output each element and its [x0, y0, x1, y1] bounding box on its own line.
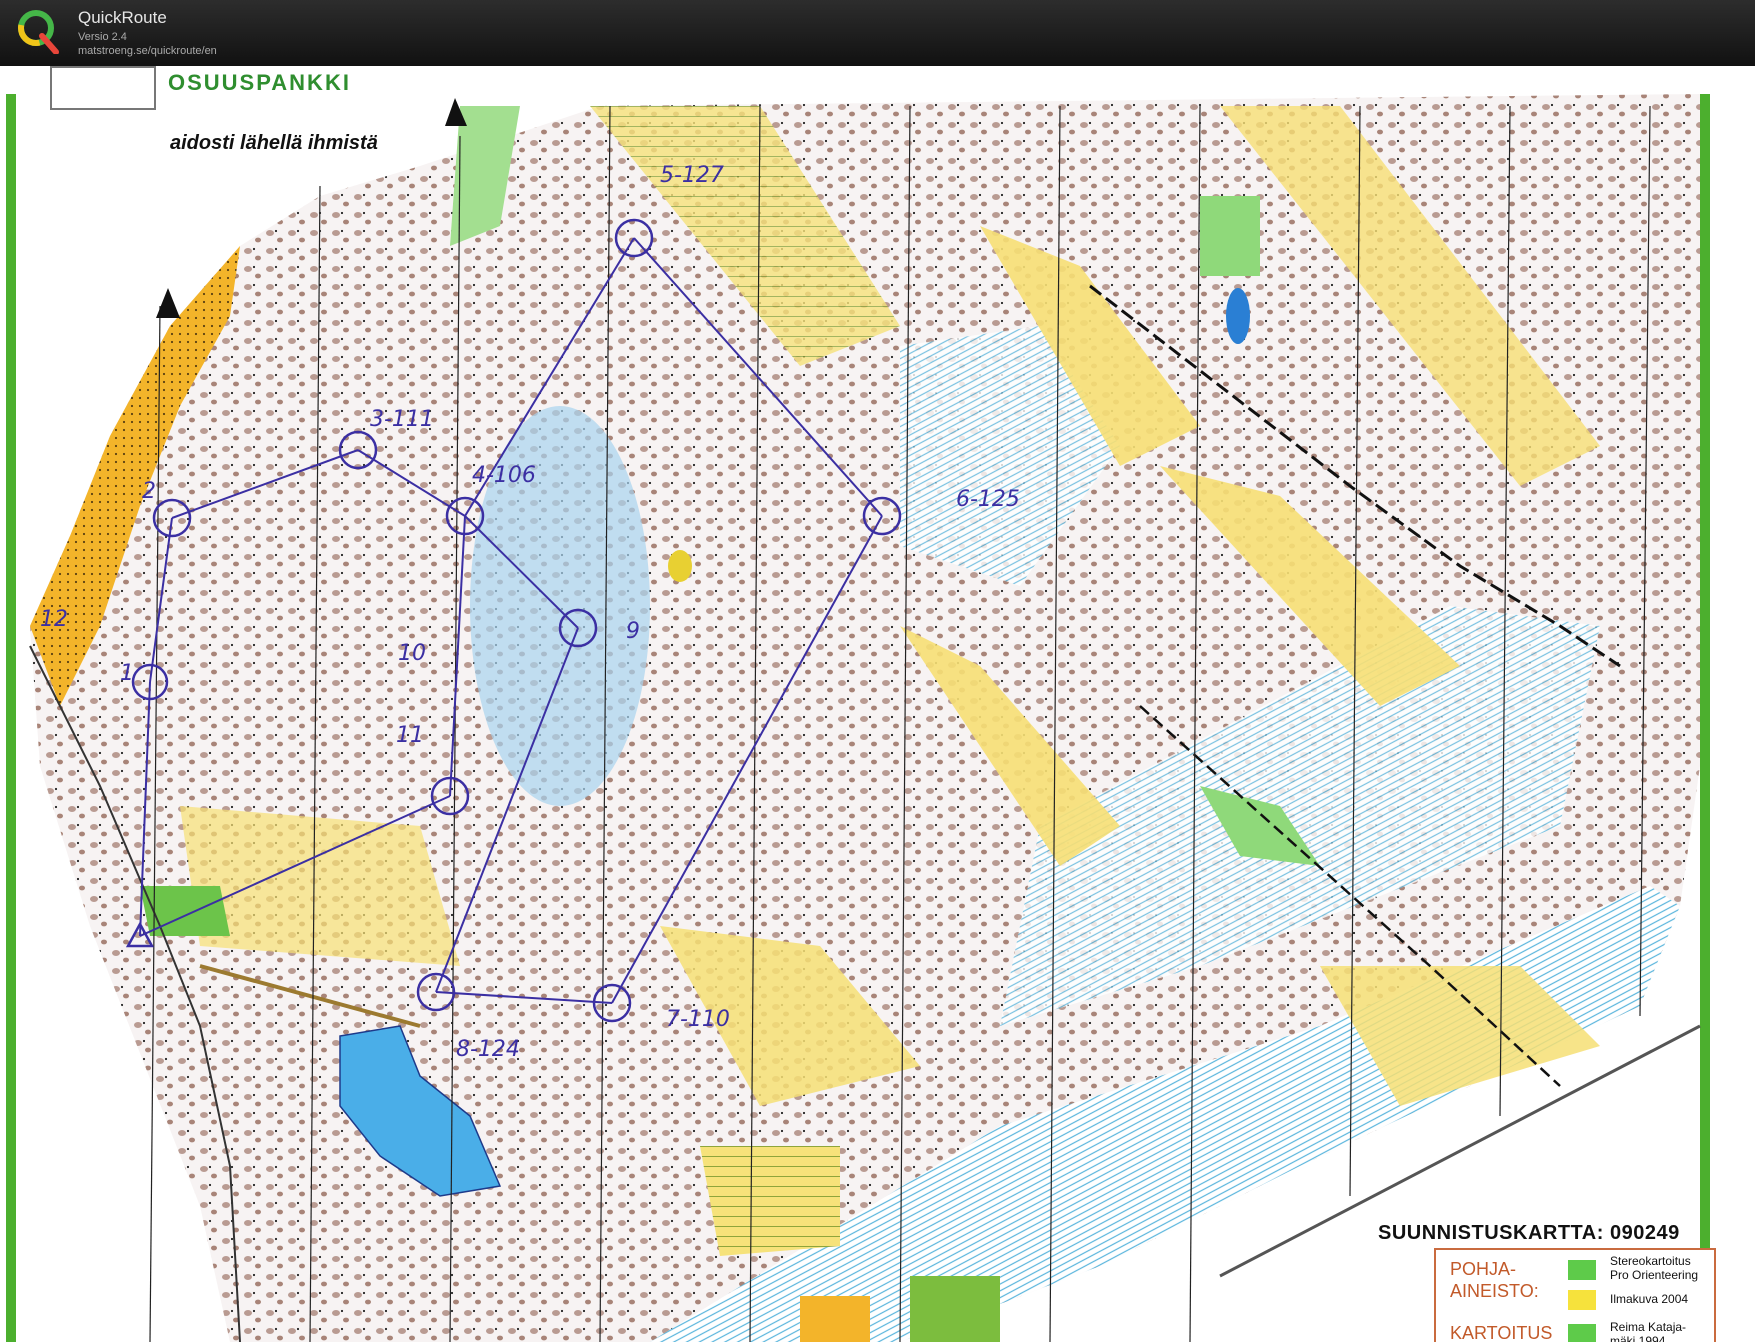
- open-land-7: [180, 806, 460, 966]
- field-south: [700, 1146, 840, 1256]
- control-label-1: 1: [120, 661, 134, 686]
- control-label-9: 9: [626, 619, 640, 644]
- bank-logo-box: [50, 66, 156, 110]
- yellow-spot: [668, 550, 692, 582]
- control-label-4: 4-106: [472, 463, 536, 488]
- map-viewport[interactable]: 1 2 3-111 4-106 5-127 6-125 7-110 8-124 …: [0, 66, 1755, 1342]
- app-version: Versio 2.4: [78, 31, 127, 43]
- field-south-2: [800, 1296, 870, 1342]
- control-label-11: 11: [396, 723, 424, 748]
- control-label-2: 2: [142, 479, 156, 504]
- title-bar: QuickRoute Versio 2.4 matstroeng.se/quic…: [0, 0, 1755, 66]
- bank-slogan: aidosti lähellä ihmistä: [170, 132, 378, 154]
- bank-brand: OSUUSPANKKI: [168, 70, 351, 95]
- control-label-5: 5-127: [660, 163, 724, 188]
- control-label-12: 12: [40, 607, 68, 632]
- app-url[interactable]: matstroeng.se/quickroute/en: [78, 45, 217, 57]
- legend-mapping-label: KARTOITUS: [1450, 1323, 1553, 1342]
- control-label-10: 10: [398, 641, 426, 666]
- map-legend: POHJA- AINEISTO: KARTOITUS Stereokartoit…: [1434, 1248, 1716, 1342]
- green-map-border-left: [6, 94, 16, 1342]
- legend-item-1: Stereokartoitus Pro Orienteering: [1610, 1254, 1699, 1282]
- legend-item-2: Ilmakuva 2004: [1610, 1292, 1689, 1306]
- map-title: SUUNNISTUSKARTTA: 090249: [1378, 1222, 1680, 1244]
- legend-item-3: Reima Kataja- mäki 1994: [1610, 1320, 1687, 1342]
- legend-swatch-1: [1568, 1260, 1596, 1280]
- legend-base-label: POHJA- AINEISTO:: [1450, 1259, 1539, 1301]
- quickroute-logo-icon: [18, 10, 59, 54]
- legend-swatch-2: [1568, 1290, 1596, 1310]
- green-area-south: [910, 1276, 1000, 1342]
- green-vegetation-north: [1200, 196, 1260, 276]
- control-label-3: 3-111: [370, 407, 434, 432]
- control-label-7: 7-110: [666, 1007, 730, 1032]
- legend-swatch-3: [1568, 1324, 1596, 1342]
- green-map-border-right: [1700, 94, 1710, 1342]
- control-label-8: 8-124: [456, 1037, 520, 1062]
- app-name: QuickRoute: [78, 8, 167, 27]
- orienteering-map[interactable]: 1 2 3-111 4-106 5-127 6-125 7-110 8-124 …: [0, 66, 1755, 1342]
- pond-north: [1226, 288, 1250, 344]
- control-label-6: 6-125: [956, 487, 1020, 512]
